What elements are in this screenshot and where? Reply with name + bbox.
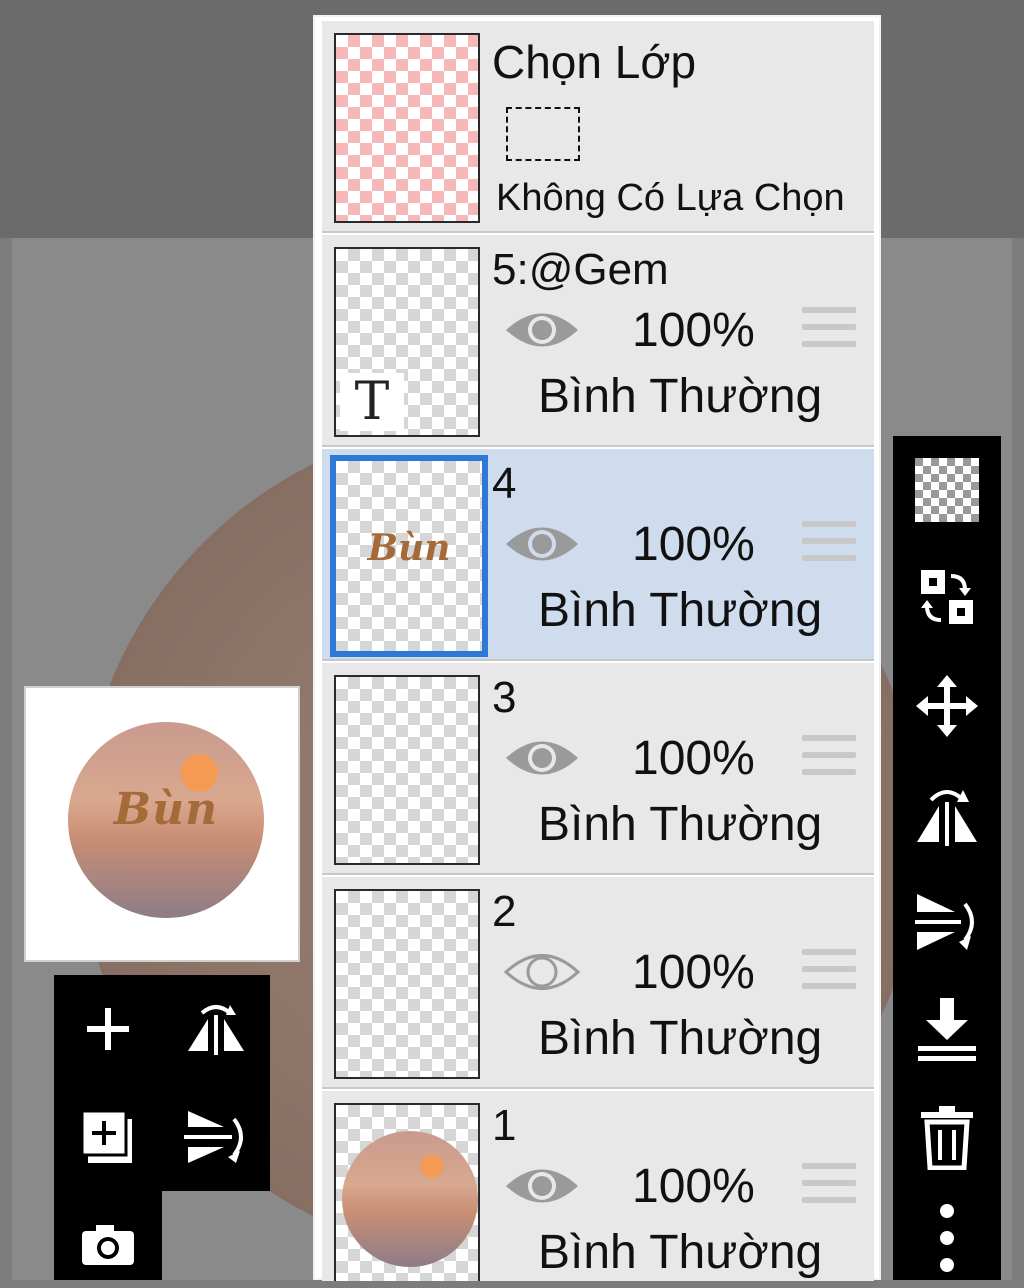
selection-layer-row[interactable]: Chọn Lớp Không Có Lựa Chọn: [322, 21, 874, 233]
layers-panel: Chọn Lớp Không Có Lựa Chọn T 5:@Gem 100%…: [313, 15, 881, 1281]
drag-handle-icon[interactable]: [802, 949, 856, 995]
flip-horizontal-icon: [917, 790, 977, 846]
layer-name: 5:@Gem: [492, 245, 669, 294]
canvas-preview: Bùn: [24, 686, 300, 962]
eye-icon[interactable]: [504, 733, 580, 783]
flip-vertical-icon: [184, 1111, 243, 1163]
eye-icon[interactable]: [504, 1161, 580, 1211]
add-layer-button[interactable]: [54, 975, 162, 1083]
eye-icon[interactable]: [504, 305, 580, 355]
layer-name: 2: [492, 887, 517, 936]
transparency-icon: [915, 458, 979, 522]
layer-name: 3: [492, 673, 517, 722]
layer-thumbnail: [334, 889, 480, 1079]
layer-name: 1: [492, 1101, 517, 1150]
blend-mode[interactable]: Bình Thường: [538, 797, 822, 852]
eye-hidden-icon[interactable]: [504, 947, 580, 997]
merge-down-icon: [918, 998, 976, 1061]
flip-horizontal-icon: [188, 1005, 244, 1055]
drag-handle-icon[interactable]: [802, 307, 856, 353]
more-icon: [940, 1204, 954, 1272]
more-button[interactable]: [893, 1196, 1001, 1280]
text-layer-icon: T: [340, 373, 404, 431]
thumbnail-text: Bùn: [367, 527, 451, 569]
layer-name: 4: [492, 459, 517, 508]
left-toolbar: [54, 975, 270, 1191]
drag-handle-icon[interactable]: [802, 521, 856, 567]
drag-handle-icon[interactable]: [802, 1163, 856, 1209]
camera-icon: [82, 1224, 134, 1265]
selection-status: Không Có Lựa Chọn: [496, 177, 845, 219]
blend-mode[interactable]: Bình Thường: [538, 583, 822, 638]
preview-text: Bùn: [113, 784, 219, 835]
layer-row[interactable]: 3 100% Bình Thường: [322, 663, 874, 875]
flip-vertical-icon: [915, 894, 974, 950]
flip-horizontal-button[interactable]: [893, 764, 1001, 864]
selection-layer-title: Chọn Lớp: [492, 36, 697, 88]
flip-layer-horizontal-button[interactable]: [162, 975, 270, 1083]
layer-opacity[interactable]: 100%: [632, 1159, 755, 1214]
blend-mode[interactable]: Bình Thường: [538, 1225, 822, 1280]
layer-thumbnail: [334, 675, 480, 865]
layer-opacity[interactable]: 100%: [632, 731, 755, 786]
selection-marquee-icon: [506, 107, 580, 161]
flip-vertical-button[interactable]: [893, 872, 1001, 972]
layer-thumbnail: T: [334, 247, 480, 437]
add-layer-icon: [87, 1008, 129, 1050]
flip-layer-vertical-button[interactable]: [162, 1083, 270, 1191]
swap-button[interactable]: [893, 548, 1001, 648]
add-copy-layer-icon: [80, 1109, 132, 1163]
drag-handle-icon[interactable]: [802, 735, 856, 781]
add-copy-layer-button[interactable]: [54, 1083, 162, 1191]
left-toolbar-extension: [54, 1191, 162, 1280]
trash-icon: [921, 1106, 973, 1170]
transparency-button[interactable]: [893, 440, 1001, 540]
merge-down-button[interactable]: [893, 980, 1001, 1080]
layer-row-selected[interactable]: Bùn 4 100% Bình Thường: [322, 449, 874, 661]
layer-opacity[interactable]: 100%: [632, 517, 755, 572]
delete-layer-button[interactable]: [893, 1088, 1001, 1188]
eye-icon[interactable]: [504, 519, 580, 569]
layer-row[interactable]: 2 100% Bình Thường: [322, 877, 874, 1089]
layer-thumbnail: [334, 1103, 480, 1281]
blend-mode[interactable]: Bình Thường: [538, 1011, 822, 1066]
right-toolbar: [893, 436, 1001, 1280]
camera-button[interactable]: [54, 1199, 162, 1288]
move-icon: [916, 675, 978, 737]
move-button[interactable]: [893, 656, 1001, 756]
preview-artwork: Bùn: [68, 722, 264, 918]
layer-opacity[interactable]: 100%: [632, 945, 755, 1000]
blend-mode[interactable]: Bình Thường: [538, 369, 822, 424]
layer-thumbnail: Bùn: [330, 455, 488, 657]
swap-icon: [921, 570, 973, 624]
layer-row[interactable]: T 5:@Gem 100% Bình Thường: [322, 235, 874, 447]
selection-layer-thumbnail: [334, 33, 480, 223]
layer-opacity[interactable]: 100%: [632, 303, 755, 358]
sunset-image: [342, 1131, 478, 1267]
layer-row[interactable]: 1 100% Bình Thường: [322, 1091, 874, 1281]
